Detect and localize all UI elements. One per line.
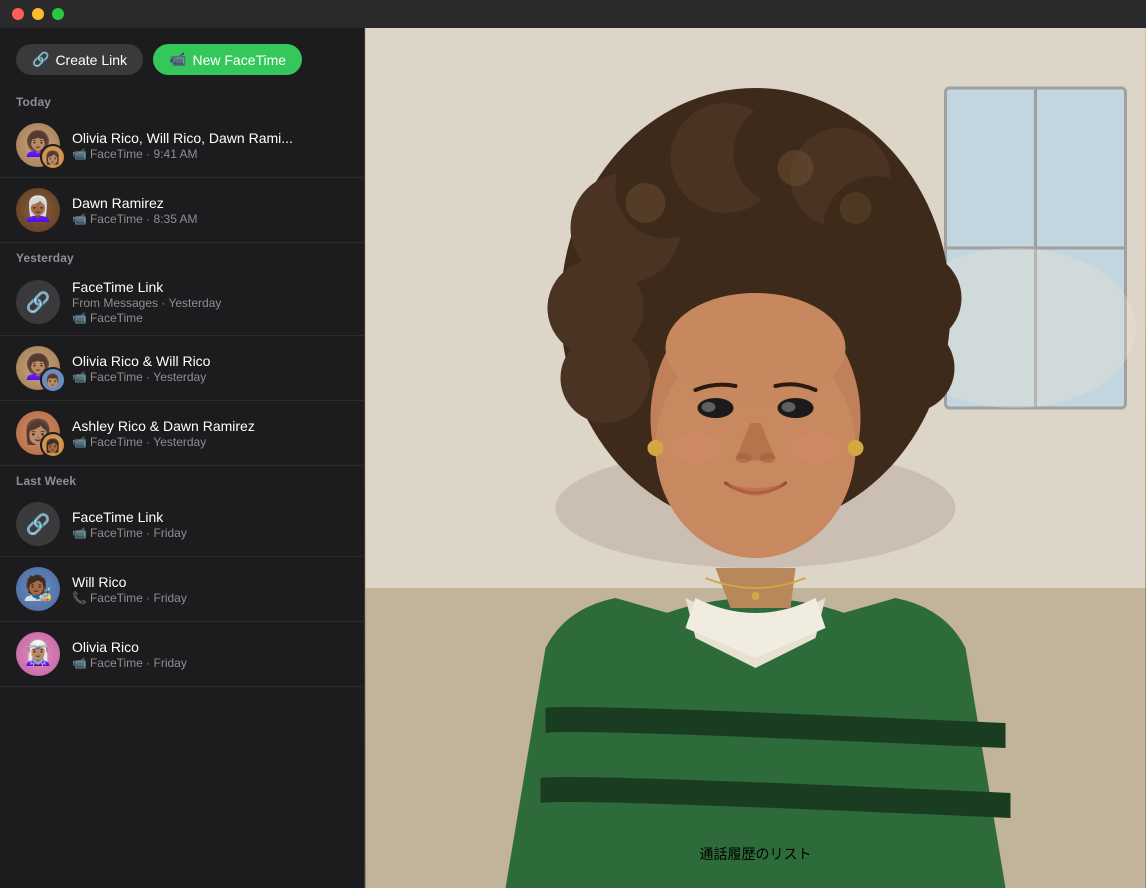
maximize-button[interactable] <box>52 8 64 20</box>
video-icon: 📹 <box>72 656 87 670</box>
avatar-stack-will: 🧑🏾‍🎨 <box>16 567 60 611</box>
video-icon: 📹 <box>72 147 87 161</box>
call-info-link-2: FaceTime Link 📹 FaceTime · Friday <box>72 509 348 540</box>
call-name-olivia2: Olivia Rico <box>72 639 348 655</box>
call-item-dawn-ramirez[interactable]: 👩🏾‍🦳 Dawn Ramirez 📹 FaceTime · 8:35 AM <box>0 178 364 243</box>
video-icon: 📹 <box>72 435 87 449</box>
call-item-facetime-link-1[interactable]: 🔗 FaceTime Link From Messages · Yesterda… <box>0 269 364 336</box>
caption-label: 通話履歴のリスト <box>700 846 812 862</box>
right-panel: 通話履歴のリスト <box>365 28 1146 888</box>
call-name: Olivia Rico, Will Rico, Dawn Rami... <box>72 130 348 146</box>
avatar-stack-multi: 👩🏽‍🦱 👩🏽 <box>16 123 60 167</box>
call-subtitle-will: 📞 FaceTime · Friday <box>72 591 348 605</box>
avatar-dawn-small2: 👩🏾 <box>40 432 66 458</box>
avatar-link-2: 🔗 <box>16 502 60 546</box>
call-item-olivia-rico[interactable]: 🧝🏽‍♀️ Olivia Rico 📹 FaceTime · Friday <box>0 622 364 687</box>
call-subtitle-olivia2: 📹 FaceTime · Friday <box>72 656 348 670</box>
person-portrait-svg <box>365 28 1146 888</box>
call-name-link-1: FaceTime Link <box>72 279 348 295</box>
new-facetime-button[interactable]: 📹 New FaceTime <box>153 44 302 75</box>
call-item-olivia-will-dawn[interactable]: 👩🏽‍🦱 👩🏽 Olivia Rico, Will Rico, Dawn Ram… <box>0 113 364 178</box>
minimize-button[interactable] <box>32 8 44 20</box>
call-subtitle-link-1: 📹 FaceTime <box>72 311 348 325</box>
chain-link-icon: 🔗 <box>26 290 51 315</box>
toolbar: 🔗 Create Link 📹 New FaceTime <box>0 28 364 87</box>
avatar-stack-olivia2: 🧝🏽‍♀️ <box>16 632 60 676</box>
video-icon: 📹 <box>72 212 87 226</box>
call-item-olivia-will[interactable]: 👩🏽‍🦱 👨🏽 Olivia Rico & Will Rico 📹 FaceTi… <box>0 336 364 401</box>
call-info-dawn: Dawn Ramirez 📹 FaceTime · 8:35 AM <box>72 195 348 226</box>
link-icon: 🔗 <box>32 51 49 68</box>
facetime-photo <box>365 28 1146 888</box>
video-icon: 📹 <box>72 370 87 384</box>
app-body: 🔗 Create Link 📹 New FaceTime Today 👩🏽‍🦱 … <box>0 28 1146 888</box>
avatar-olivia-last: 🧝🏽‍♀️ <box>16 632 60 676</box>
call-name-will: Will Rico <box>72 574 348 590</box>
call-info-olivia2: Olivia Rico 📹 FaceTime · Friday <box>72 639 348 670</box>
call-name-olivia-will: Olivia Rico & Will Rico <box>72 353 348 369</box>
call-name-dawn: Dawn Ramirez <box>72 195 348 211</box>
create-link-button[interactable]: 🔗 Create Link <box>16 44 143 75</box>
section-yesterday-label: Yesterday <box>0 243 364 269</box>
avatar-will: 🧑🏾‍🎨 <box>16 567 60 611</box>
call-detail: FaceTime · 8:35 AM <box>90 212 198 226</box>
create-link-label: Create Link <box>55 52 127 68</box>
call-subtitle-olivia-will: 📹 FaceTime · Yesterday <box>72 370 348 384</box>
new-facetime-label: New FaceTime <box>192 52 286 68</box>
avatar-will-small: 👨🏽 <box>40 367 66 393</box>
call-detail: FaceTime · Friday <box>90 656 187 670</box>
video-camera-icon: 📹 <box>169 51 186 68</box>
call-item-facetime-link-2[interactable]: 🔗 FaceTime Link 📹 FaceTime · Friday <box>0 492 364 557</box>
call-info-olivia-will: Olivia Rico & Will Rico 📹 FaceTime · Yes… <box>72 353 348 384</box>
call-info-olivia-will-dawn: Olivia Rico, Will Rico, Dawn Rami... 📹 F… <box>72 130 348 161</box>
video-icon: 📹 <box>72 526 87 540</box>
caption-text: 通話履歴のリスト <box>700 844 812 864</box>
avatar-stack-dawn: 👩🏾‍🦳 <box>16 188 60 232</box>
call-item-will-rico[interactable]: 🧑🏾‍🎨 Will Rico 📞 FaceTime · Friday <box>0 557 364 622</box>
avatar-stack-olivia-will: 👩🏽‍🦱 👨🏽 <box>16 346 60 390</box>
avatar-link-1: 🔗 <box>16 280 60 324</box>
call-sub-link-1: From Messages · Yesterday <box>72 296 348 310</box>
call-subtitle: 📹 FaceTime · 9:41 AM <box>72 147 348 161</box>
call-info-ashley-dawn: Ashley Rico & Dawn Ramirez 📹 FaceTime · … <box>72 418 348 449</box>
call-detail: FaceTime · Yesterday <box>90 370 206 384</box>
video-icon: 📹 <box>72 311 87 325</box>
call-name-ashley-dawn: Ashley Rico & Dawn Ramirez <box>72 418 348 434</box>
call-detail: FaceTime <box>90 311 143 325</box>
close-button[interactable] <box>12 8 24 20</box>
chain-link-icon-2: 🔗 <box>26 512 51 537</box>
section-lastweek-label: Last Week <box>0 466 364 492</box>
call-subtitle-ashley-dawn: 📹 FaceTime · Yesterday <box>72 435 348 449</box>
section-today-label: Today <box>0 87 364 113</box>
avatar-dawn-small: 👩🏽 <box>40 144 66 170</box>
call-detail: FaceTime · Friday <box>90 591 187 605</box>
call-name-link-2: FaceTime Link <box>72 509 348 525</box>
call-subtitle-dawn: 📹 FaceTime · 8:35 AM <box>72 212 348 226</box>
call-detail: FaceTime · Friday <box>90 526 187 540</box>
call-detail: FaceTime · 9:41 AM <box>90 147 198 161</box>
call-item-ashley-dawn[interactable]: 👩🏽 👩🏾 Ashley Rico & Dawn Ramirez 📹 FaceT… <box>0 401 364 466</box>
call-info-will: Will Rico 📞 FaceTime · Friday <box>72 574 348 605</box>
titlebar <box>0 0 1146 28</box>
avatar-stack-ashley-dawn: 👩🏽 👩🏾 <box>16 411 60 455</box>
call-info-link-1: FaceTime Link From Messages · Yesterday … <box>72 279 348 325</box>
call-subtitle-link-2: 📹 FaceTime · Friday <box>72 526 348 540</box>
sidebar: 🔗 Create Link 📹 New FaceTime Today 👩🏽‍🦱 … <box>0 28 365 888</box>
avatar-dawn: 👩🏾‍🦳 <box>16 188 60 232</box>
phone-icon: 📞 <box>72 591 87 605</box>
call-detail: FaceTime · Yesterday <box>90 435 206 449</box>
